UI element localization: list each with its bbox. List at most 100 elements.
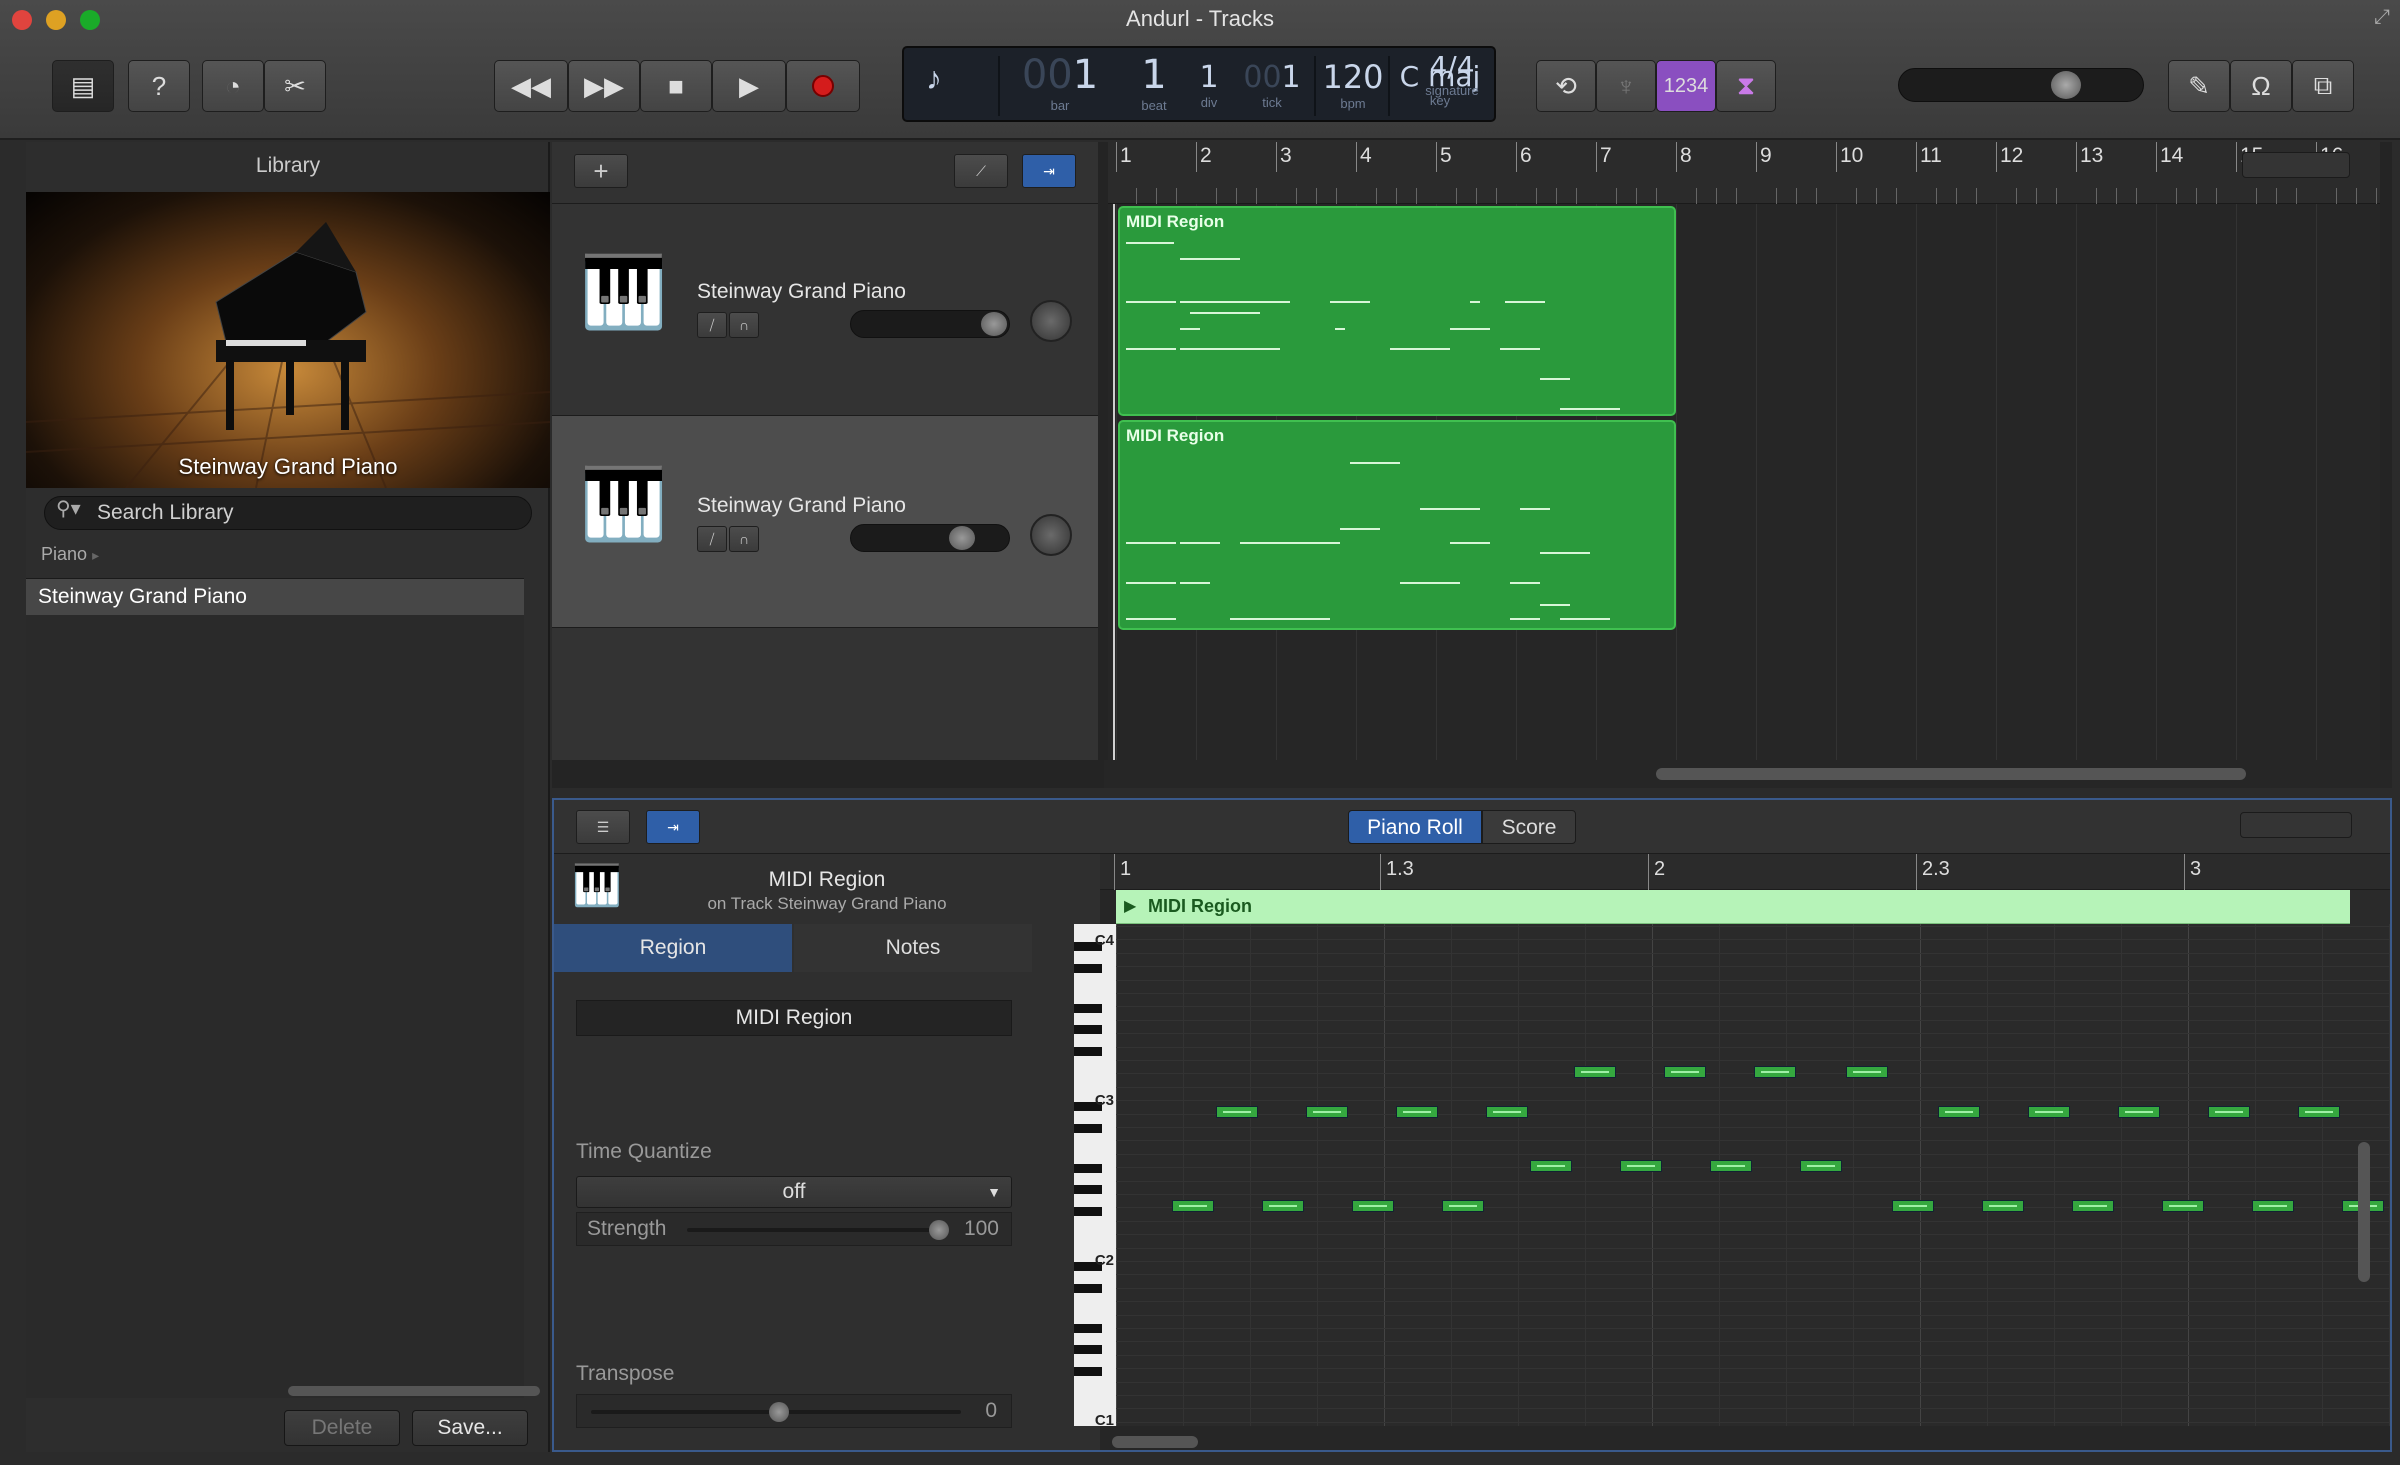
play-button[interactable]: ▶ xyxy=(712,60,786,112)
lcd-display[interactable]: ♪ 001 bar 1 beat 1 div 001 tick 120 bpm … xyxy=(902,46,1496,122)
black-key[interactable] xyxy=(1074,1185,1102,1194)
zoom-slider[interactable] xyxy=(2242,152,2350,178)
signature-value[interactable]: 4/4 xyxy=(1408,50,1496,83)
save-button[interactable]: Save... xyxy=(412,1410,528,1446)
region-header-bar[interactable]: ▶ MIDI Region xyxy=(1116,890,2350,924)
midi-note[interactable] xyxy=(1352,1200,1394,1212)
midi-note[interactable] xyxy=(2162,1200,2204,1212)
tracks-timeline[interactable]: MIDI Region MIDI Region xyxy=(1108,204,2380,760)
midi-note[interactable] xyxy=(2118,1106,2160,1118)
midi-note[interactable] xyxy=(1664,1066,1706,1078)
solo-button[interactable]: ∩ xyxy=(729,526,759,552)
midi-region[interactable]: MIDI Region xyxy=(1118,206,1676,416)
midi-region[interactable]: MIDI Region xyxy=(1118,420,1676,630)
timeline-ruler[interactable]: 12345678910111213141516 xyxy=(1108,142,2380,204)
loop-browser-button[interactable]: Ω xyxy=(2230,60,2292,112)
catch-playhead-button[interactable]: ⇥ xyxy=(1022,154,1076,188)
library-search-input[interactable]: Search Library xyxy=(44,496,532,530)
list-item[interactable]: Steinway Grand Piano xyxy=(26,579,524,615)
black-key[interactable] xyxy=(1074,1047,1102,1056)
library-scrollbar[interactable] xyxy=(288,1386,540,1396)
master-volume-knob[interactable] xyxy=(2051,71,2081,99)
tracks-horizontal-scrollbar[interactable] xyxy=(1104,760,2392,788)
track-header[interactable]: 🎹 Steinway Grand Piano ⧸ ∩ xyxy=(552,416,1098,628)
scrollbar-thumb[interactable] xyxy=(1656,768,2246,780)
track-header[interactable]: 🎹 Steinway Grand Piano ⧸ ∩ xyxy=(552,204,1098,416)
add-track-button[interactable]: + xyxy=(574,154,628,188)
fullscreen-icon[interactable]: ⤢ xyxy=(2374,6,2390,29)
piano-roll-ruler[interactable]: 1 1.3 2 2.3 3 xyxy=(1100,854,2390,890)
midi-note[interactable] xyxy=(2252,1200,2294,1212)
metronome-button[interactable]: ⧗ xyxy=(1716,60,1776,112)
editors-button[interactable]: ✂ xyxy=(264,60,326,112)
strength-slider[interactable] xyxy=(687,1220,949,1240)
black-key[interactable] xyxy=(1074,1004,1102,1013)
tab-score[interactable]: Score xyxy=(1482,810,1576,844)
library-breadcrumb[interactable]: Piano ▸ xyxy=(41,544,99,565)
midi-note[interactable] xyxy=(1172,1200,1214,1212)
pan-knob[interactable] xyxy=(1030,514,1072,556)
transpose-knob[interactable] xyxy=(769,1402,789,1422)
tab-region[interactable]: Region xyxy=(554,924,792,972)
track-volume-slider[interactable] xyxy=(850,310,1010,338)
breadcrumb-piano[interactable]: Piano xyxy=(41,544,87,564)
midi-note[interactable] xyxy=(1892,1200,1934,1212)
rewind-button[interactable]: ◀◀ xyxy=(494,60,568,112)
midi-note[interactable] xyxy=(1262,1200,1304,1212)
transpose-slider[interactable] xyxy=(591,1402,961,1422)
midi-note[interactable] xyxy=(1442,1200,1484,1212)
help-button[interactable]: ? xyxy=(128,60,190,112)
smart-controls-button[interactable]: ◔ xyxy=(202,60,264,112)
mute-button[interactable]: ⧸ xyxy=(697,312,727,338)
track-volume-knob[interactable] xyxy=(949,526,975,550)
midi-note[interactable] xyxy=(1800,1160,1842,1172)
media-browser-button[interactable]: ⧉ xyxy=(2292,60,2354,112)
midi-note[interactable] xyxy=(1574,1066,1616,1078)
black-key[interactable] xyxy=(1074,1124,1102,1133)
cycle-button[interactable]: ⟲ xyxy=(1536,60,1596,112)
solo-button[interactable]: ∩ xyxy=(729,312,759,338)
tab-notes[interactable]: Notes xyxy=(794,924,1032,972)
black-key[interactable] xyxy=(1074,964,1102,973)
time-quantize-select[interactable]: off ▼ xyxy=(576,1176,1012,1208)
black-key[interactable] xyxy=(1074,1367,1102,1376)
piano-roll-vertical-scrollbar[interactable] xyxy=(2358,1142,2370,1282)
black-key[interactable] xyxy=(1074,1284,1102,1293)
zoom-slider[interactable] xyxy=(2240,812,2352,838)
tuner-button[interactable]: ♆ xyxy=(1596,60,1656,112)
midi-note[interactable] xyxy=(1710,1160,1752,1172)
track-volume-knob[interactable] xyxy=(981,312,1007,336)
black-key[interactable] xyxy=(1074,1207,1102,1216)
master-volume-slider[interactable] xyxy=(1898,68,2144,102)
midi-note[interactable] xyxy=(2208,1106,2250,1118)
piano-keyboard[interactable]: C4 C3 C2 C1 xyxy=(1074,924,1116,1429)
inspector-toggle-button[interactable]: ☰ xyxy=(576,810,630,844)
midi-note[interactable] xyxy=(1938,1106,1980,1118)
fast-forward-button[interactable]: ▶▶ xyxy=(568,60,640,112)
midi-note[interactable] xyxy=(1306,1106,1348,1118)
count-in-button[interactable]: 1234 xyxy=(1656,60,1716,112)
black-key[interactable] xyxy=(1074,1324,1102,1333)
midi-note[interactable] xyxy=(2298,1106,2340,1118)
record-button[interactable] xyxy=(786,60,860,112)
piano-roll-scrollbar[interactable] xyxy=(1112,1436,1198,1448)
region-name-field[interactable]: MIDI Region xyxy=(576,1000,1012,1036)
midi-note[interactable] xyxy=(1620,1160,1662,1172)
pan-knob[interactable] xyxy=(1030,300,1072,342)
midi-note[interactable] xyxy=(1530,1160,1572,1172)
note-pad-button[interactable]: ✎ xyxy=(2168,60,2230,112)
strength-knob[interactable] xyxy=(929,1220,949,1240)
black-key[interactable] xyxy=(1074,1345,1102,1354)
playhead[interactable] xyxy=(1113,204,1115,760)
track-name[interactable]: Steinway Grand Piano xyxy=(697,280,906,304)
midi-note[interactable] xyxy=(1846,1066,1888,1078)
midi-note[interactable] xyxy=(1754,1066,1796,1078)
track-name[interactable]: Steinway Grand Piano xyxy=(697,494,906,518)
library-toggle-button[interactable]: ▤ xyxy=(52,60,114,112)
mute-button[interactable]: ⧸ xyxy=(697,526,727,552)
delete-button[interactable]: Delete xyxy=(284,1410,400,1446)
midi-note[interactable] xyxy=(1486,1106,1528,1118)
midi-note[interactable] xyxy=(1216,1106,1258,1118)
midi-note[interactable] xyxy=(1396,1106,1438,1118)
black-key[interactable] xyxy=(1074,1164,1102,1173)
